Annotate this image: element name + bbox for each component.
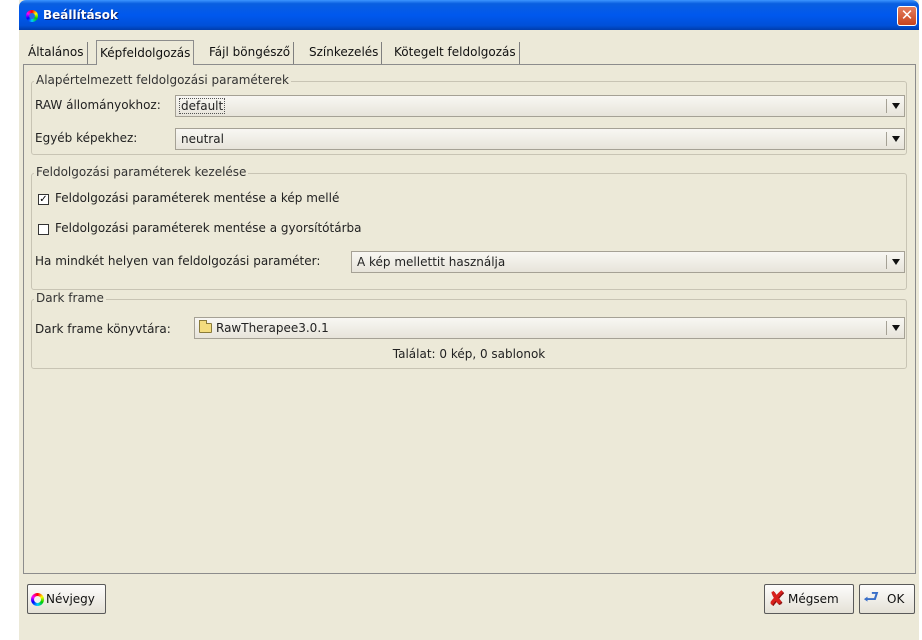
dark-frame-dir-label: Dark frame könyvtára:	[35, 322, 171, 336]
cancel-button-label: Mégsem	[788, 592, 839, 606]
close-icon: ✕	[900, 6, 914, 24]
tab-file-browser[interactable]: Fájl böngésző	[206, 42, 295, 64]
save-cache-checkbox[interactable]	[38, 224, 49, 235]
about-button[interactable]: Névjegy	[27, 584, 106, 614]
checkmark-icon: ✓	[39, 194, 48, 205]
ok-arrow-icon: ⮐	[863, 587, 880, 608]
save-beside-checkbox[interactable]: ✓	[38, 194, 49, 205]
cancel-button[interactable]: ✘ Mégsem	[764, 584, 854, 614]
raw-profile-combo[interactable]: default	[175, 95, 905, 117]
preferences-window: Beállítások ✕ Általános Képfeldolgozás F…	[19, 0, 919, 640]
both-locations-combo[interactable]: A kép mellettit használja	[351, 251, 905, 273]
about-button-label: Névjegy	[46, 592, 95, 606]
dark-frame-group: Dark frame Dark frame könyvtára: RawTher…	[31, 291, 907, 369]
ok-button-label: OK	[887, 592, 905, 606]
title-bar[interactable]: Beállítások ✕	[19, 0, 919, 30]
other-images-label: Egyéb képekhez:	[35, 131, 138, 145]
tab-color-management[interactable]: Színkezelés	[306, 42, 383, 64]
about-logo-icon	[31, 593, 44, 606]
param-handling-legend: Feldolgozási paraméterek kezelése	[34, 165, 249, 179]
dark-frame-dir-value: RawTherapee3.0.1	[216, 321, 329, 335]
dark-frame-result: Találat: 0 kép, 0 sablonok	[392, 347, 546, 361]
cancel-x-icon: ✘	[768, 586, 785, 610]
both-locations-value: A kép mellettit használja	[357, 255, 506, 269]
folder-icon	[199, 320, 212, 333]
combo-separator	[886, 132, 887, 146]
dark-frame-dir-combo[interactable]: RawTherapee3.0.1	[194, 317, 905, 339]
both-locations-label: Ha mindkét helyen van feldolgozási param…	[35, 254, 321, 268]
save-beside-label[interactable]: Feldolgozási paraméterek mentése a kép m…	[55, 191, 339, 205]
ok-button[interactable]: ⮐ OK	[859, 584, 915, 614]
save-cache-label[interactable]: Feldolgozási paraméterek mentése a gyors…	[55, 221, 361, 235]
image-processing-panel: Alapértelmezett feldolgozási paraméterek…	[23, 64, 916, 574]
tab-batch-processing[interactable]: Kötegelt feldolgozás	[391, 42, 520, 64]
other-profile-combo[interactable]: neutral	[175, 128, 905, 150]
combo-separator	[886, 99, 887, 113]
combo-separator	[886, 321, 887, 335]
dropdown-arrow-icon	[892, 325, 900, 331]
tab-general[interactable]: Általános	[25, 42, 88, 64]
dropdown-arrow-icon	[892, 103, 900, 109]
default-params-group: Alapértelmezett feldolgozási paraméterek…	[31, 73, 907, 155]
raw-files-label: RAW állományokhoz:	[35, 98, 161, 112]
dropdown-arrow-icon	[892, 136, 900, 142]
dropdown-arrow-icon	[892, 259, 900, 265]
other-profile-value: neutral	[181, 132, 224, 146]
tab-image-processing[interactable]: Képfeldolgozás	[96, 40, 195, 65]
app-logo-icon	[26, 10, 38, 22]
param-handling-group: Feldolgozási paraméterek kezelése ✓ Feld…	[31, 165, 907, 290]
raw-profile-value: default	[179, 98, 226, 114]
default-params-legend: Alapértelmezett feldolgozási paraméterek	[34, 73, 291, 87]
window-title: Beállítások	[43, 8, 118, 22]
combo-separator	[886, 255, 887, 269]
dark-frame-legend: Dark frame	[34, 291, 106, 305]
close-button[interactable]: ✕	[897, 6, 917, 26]
